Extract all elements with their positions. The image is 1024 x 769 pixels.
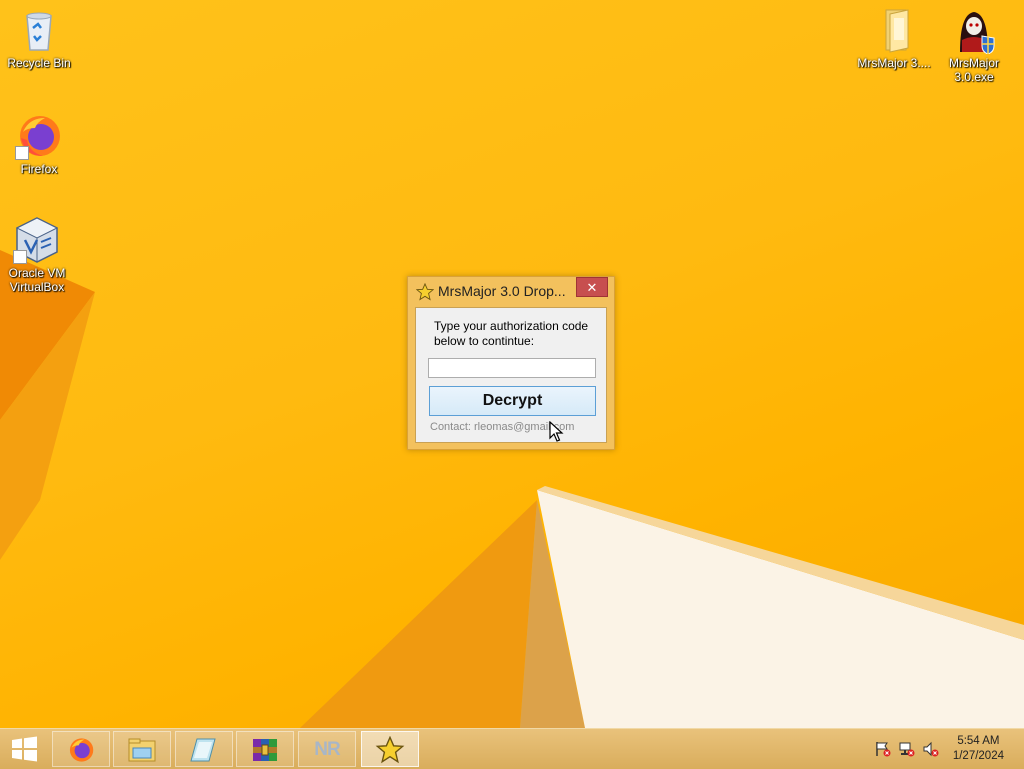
taskbar: NR 5:54 AM 1/27/2024: [0, 728, 1024, 769]
notebook-app-icon: [190, 738, 216, 762]
mrsmajor-exe-label: MrsMajor 3.0.exe: [949, 56, 999, 84]
decrypt-button[interactable]: Decrypt: [429, 386, 596, 416]
star-icon: [416, 283, 434, 301]
taskbar-nr-app[interactable]: NR: [298, 731, 356, 767]
virtualbox-desktop-icon[interactable]: Oracle VM VirtualBox: [0, 216, 75, 294]
taskbar-firefox[interactable]: [52, 731, 110, 767]
action-center-flag-icon[interactable]: [874, 741, 892, 757]
winrar-icon: [253, 739, 277, 761]
taskbar-file-explorer[interactable]: [113, 731, 171, 767]
authorization-code-input[interactable]: [428, 358, 596, 378]
mrsmajor-folder-label: MrsMajor 3....: [857, 56, 931, 70]
recycle-bin-icon: [15, 6, 63, 54]
mrsmajor-exe-desktop-icon[interactable]: MrsMajor 3.0.exe: [936, 6, 1012, 84]
clock-time: 5:54 AM: [957, 735, 1000, 747]
system-clock[interactable]: 5:54 AM 1/27/2024: [953, 734, 1004, 764]
firefox-desktop-icon[interactable]: Firefox: [1, 112, 77, 176]
authorization-prompt: Type your authorization code below to co…: [434, 319, 589, 348]
virtualbox-label: Oracle VM VirtualBox: [8, 266, 66, 294]
firefox-icon: [69, 738, 94, 762]
mrsmajor-folder-desktop-icon[interactable]: MrsMajor 3....: [856, 6, 932, 70]
mrsmajor-dialog: MrsMajor 3.0 Drop... ✕ Type your authori…: [407, 276, 615, 450]
folder-icon: [870, 6, 918, 54]
volume-muted-icon[interactable]: [922, 741, 940, 757]
taskbar-notebook-app[interactable]: [175, 731, 233, 767]
clock-date: 1/27/2024: [952, 750, 1004, 762]
desktop: Recycle Bin Firefox Oracle VM VirtualBox…: [0, 0, 1024, 728]
recycle-bin-desktop-icon[interactable]: Recycle Bin: [1, 6, 77, 70]
firefox-label: Firefox: [20, 162, 58, 176]
mouse-cursor-icon: [549, 421, 564, 442]
network-icon[interactable]: [898, 741, 916, 757]
taskbar-winrar[interactable]: [236, 731, 294, 767]
taskbar-mrsmajor[interactable]: [361, 731, 419, 767]
shortcut-arrow-icon: [15, 146, 29, 160]
star-icon: [375, 736, 405, 764]
nr-app-icon: NR: [314, 739, 340, 760]
windows-start-button[interactable]: [8, 735, 40, 763]
file-explorer-icon: [128, 738, 156, 762]
firefox-icon: [15, 112, 63, 160]
virtualbox-icon: [13, 216, 61, 264]
shortcut-arrow-icon: [13, 250, 27, 264]
recycle-bin-label: Recycle Bin: [7, 56, 71, 70]
close-button[interactable]: ✕: [576, 277, 608, 297]
mrsmajor-exe-icon: [950, 6, 998, 55]
dialog-title: MrsMajor 3.0 Drop...: [438, 283, 566, 299]
dialog-client-area: Type your authorization code below to co…: [415, 307, 607, 443]
